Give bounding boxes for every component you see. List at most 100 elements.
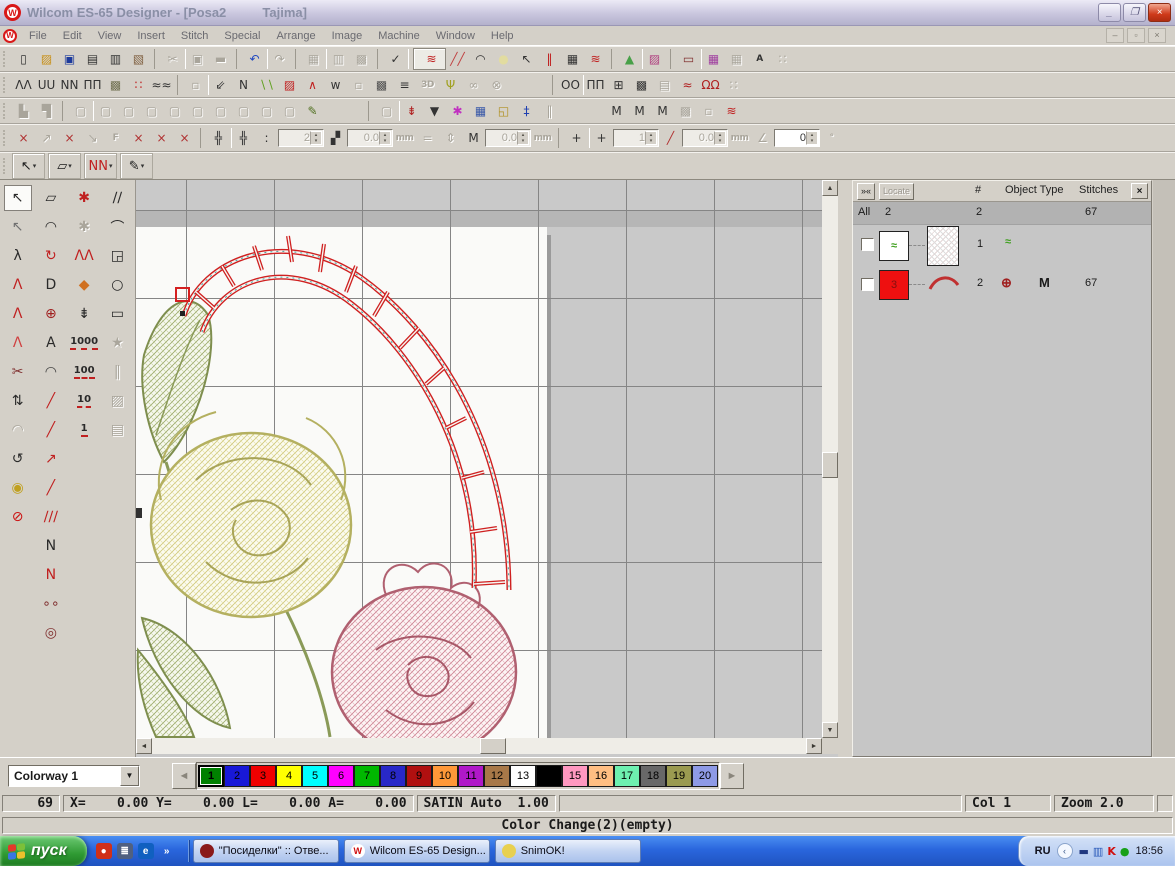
travel-100-tool[interactable]: 100: [71, 360, 97, 384]
mdi-restore-button[interactable]: ▫: [1127, 28, 1145, 43]
dropdown-caret-icon[interactable]: ▾: [141, 162, 145, 170]
motif-fill-tool[interactable]: ◆: [71, 273, 97, 297]
monitor-calibrate-icon[interactable]: ▭: [670, 49, 702, 69]
digitize-run-tool[interactable]: ✎▾: [120, 153, 153, 179]
quick-launch-ie-icon[interactable]: e: [138, 843, 154, 859]
outlines-view-icon[interactable]: ◠: [469, 49, 492, 69]
lines-disabled-icon[interactable]: ▤: [653, 75, 676, 95]
thread-palette-tool[interactable]: ◉: [5, 476, 31, 500]
contour-icon[interactable]: ▩: [370, 75, 393, 95]
select-arrow-tool[interactable]: ↖: [4, 185, 32, 211]
menu-machine[interactable]: Machine: [370, 28, 428, 44]
paste-left-icon[interactable]: ▙: [12, 101, 35, 121]
appliqe-rings-icon[interactable]: ΟΟ: [552, 75, 584, 95]
e-stitch-icon[interactable]: ΠΠ: [81, 75, 104, 95]
color-swatch-1[interactable]: 1: [198, 765, 224, 787]
embroidery-canvas-art[interactable]: [136, 180, 823, 738]
horizontal-scroll-thumb[interactable]: [480, 738, 506, 754]
offset-field[interactable]: 0.0: [682, 129, 728, 147]
weave-disabled-tool[interactable]: ▤: [104, 418, 130, 442]
language-indicator[interactable]: RU: [1035, 845, 1051, 857]
insert-design-icon[interactable]: ▦: [295, 49, 327, 69]
satin-icon[interactable]: ΛΛ: [12, 75, 35, 95]
palette-scroll-left-button[interactable]: ◄: [172, 763, 196, 789]
degree-label[interactable]: °: [820, 128, 843, 148]
travel-1-tool[interactable]: 1: [71, 418, 97, 442]
object-row-1[interactable]: ≈ 1 ≈: [853, 225, 1151, 265]
task-button-forum[interactable]: "Посиделки" :: Отве...: [193, 839, 339, 863]
color-swatch-14[interactable]: 14: [536, 765, 562, 787]
menu-edit[interactable]: Edit: [55, 28, 90, 44]
stitch-arrow-tool[interactable]: ↗: [38, 447, 64, 471]
tray-network-icon[interactable]: ▥: [1093, 845, 1103, 858]
task-button-wilcom[interactable]: W Wilcom ES-65 Design...: [344, 839, 490, 863]
repeat-field[interactable]: 1: [613, 129, 659, 147]
rings2-disabled-icon[interactable]: ⊗: [485, 75, 508, 95]
sew-edit-7-icon[interactable]: ×: [150, 128, 173, 148]
hoop-10-icon[interactable]: ▢: [278, 101, 301, 121]
hoop-layout-icon[interactable]: ▥: [327, 49, 350, 69]
machine-grid-3-icon[interactable]: Μ: [651, 101, 674, 121]
parallel-weave-tool[interactable]: ∕∕: [104, 186, 130, 210]
cross-fill-icon[interactable]: ▨: [278, 75, 301, 95]
monogramming-tool[interactable]: ✱: [71, 186, 97, 210]
grid-snap-h-icon[interactable]: ╬: [200, 128, 232, 148]
color-swatch-19[interactable]: 19: [666, 765, 692, 787]
color-swatch-12[interactable]: 12: [484, 765, 510, 787]
mirror-copy-tool[interactable]: ◲: [104, 244, 130, 268]
dots-small-disabled-icon[interactable]: ∷: [722, 75, 745, 95]
select-object-tool[interactable]: ↖▾: [12, 153, 45, 179]
mm-label-1[interactable]: mm: [393, 128, 416, 148]
color-swatch-3[interactable]: 3: [250, 765, 276, 787]
menu-insert[interactable]: Insert: [129, 28, 173, 44]
open-icon[interactable]: ▨: [35, 49, 58, 69]
color-swatch-20[interactable]: 20: [692, 765, 718, 787]
object-2-color-thumbnail[interactable]: 3: [879, 270, 909, 300]
gray-box-icon[interactable]: ▫: [347, 75, 370, 95]
vertical-scrollbar[interactable]: ▲ ▼: [822, 180, 838, 738]
travel-1000-tool[interactable]: 1000: [71, 331, 97, 355]
color-swatch-9[interactable]: 9: [406, 765, 432, 787]
hide-icons-chevron[interactable]: ‹: [1057, 843, 1073, 859]
dropdown-caret-icon[interactable]: ▾: [68, 162, 72, 170]
flower-marker-icon[interactable]: ✱: [446, 101, 469, 121]
menu-arrange[interactable]: Arrange: [268, 28, 323, 44]
reshape-dome2-tool[interactable]: ◠: [38, 360, 64, 384]
color-swatch-7[interactable]: 7: [354, 765, 380, 787]
rectangle-tool[interactable]: ▭: [104, 302, 130, 326]
thread-chart-icon[interactable]: ▦: [702, 49, 725, 69]
satin-arrow-tool[interactable]: Λ: [5, 273, 31, 297]
color-swatch-2[interactable]: 2: [224, 765, 250, 787]
color-run-icon[interactable]: ≋: [720, 101, 743, 121]
object-2-checkbox[interactable]: [861, 278, 874, 291]
rings-disabled-icon[interactable]: ∞: [462, 75, 485, 95]
redo-icon[interactable]: ↷: [268, 49, 291, 69]
move-cross-2-icon[interactable]: +: [590, 128, 613, 148]
hoop-1-icon[interactable]: ▢: [62, 101, 94, 121]
spacing-field[interactable]: 0.0: [347, 129, 393, 147]
menu-special[interactable]: Special: [216, 28, 268, 44]
zigzag-icon[interactable]: NN: [58, 75, 81, 95]
overview-window-icon[interactable]: ▩: [350, 49, 373, 69]
copy-icon[interactable]: ▣: [186, 49, 209, 69]
design-canvas[interactable]: ▲ ▼ ◄ ►: [135, 180, 838, 757]
color-swatch-17[interactable]: 17: [614, 765, 640, 787]
show-image-icon[interactable]: ▲: [611, 49, 643, 69]
save-icon[interactable]: ▣: [58, 49, 81, 69]
scroll-down-button[interactable]: ▼: [822, 722, 838, 738]
object-row-2[interactable]: 3 2 ⊕ Μ 67: [853, 265, 1151, 303]
pipes-disabled-icon[interactable]: ‖: [538, 101, 561, 121]
length-mark-icon[interactable]: Μ: [462, 128, 485, 148]
grid-icon[interactable]: ▦: [561, 49, 584, 69]
color-swatch-15[interactable]: 15: [562, 765, 588, 787]
stop-tool[interactable]: ⊘: [5, 505, 31, 529]
satin-small-icon[interactable]: w: [324, 75, 347, 95]
angle-field[interactable]: 0: [774, 129, 820, 147]
task-button-snimok[interactable]: SnimOK!: [495, 839, 641, 863]
sew-edit-2-icon[interactable]: ↗: [35, 128, 58, 148]
hoop-2-icon[interactable]: ▢: [94, 101, 117, 121]
buttonhole-large-tool[interactable]: ◎: [38, 621, 64, 645]
ellipse-tool[interactable]: ○: [104, 273, 130, 297]
stitch-angle-icon[interactable]: ⇙: [209, 75, 232, 95]
columns-disabled-tool[interactable]: ‖: [104, 360, 130, 384]
